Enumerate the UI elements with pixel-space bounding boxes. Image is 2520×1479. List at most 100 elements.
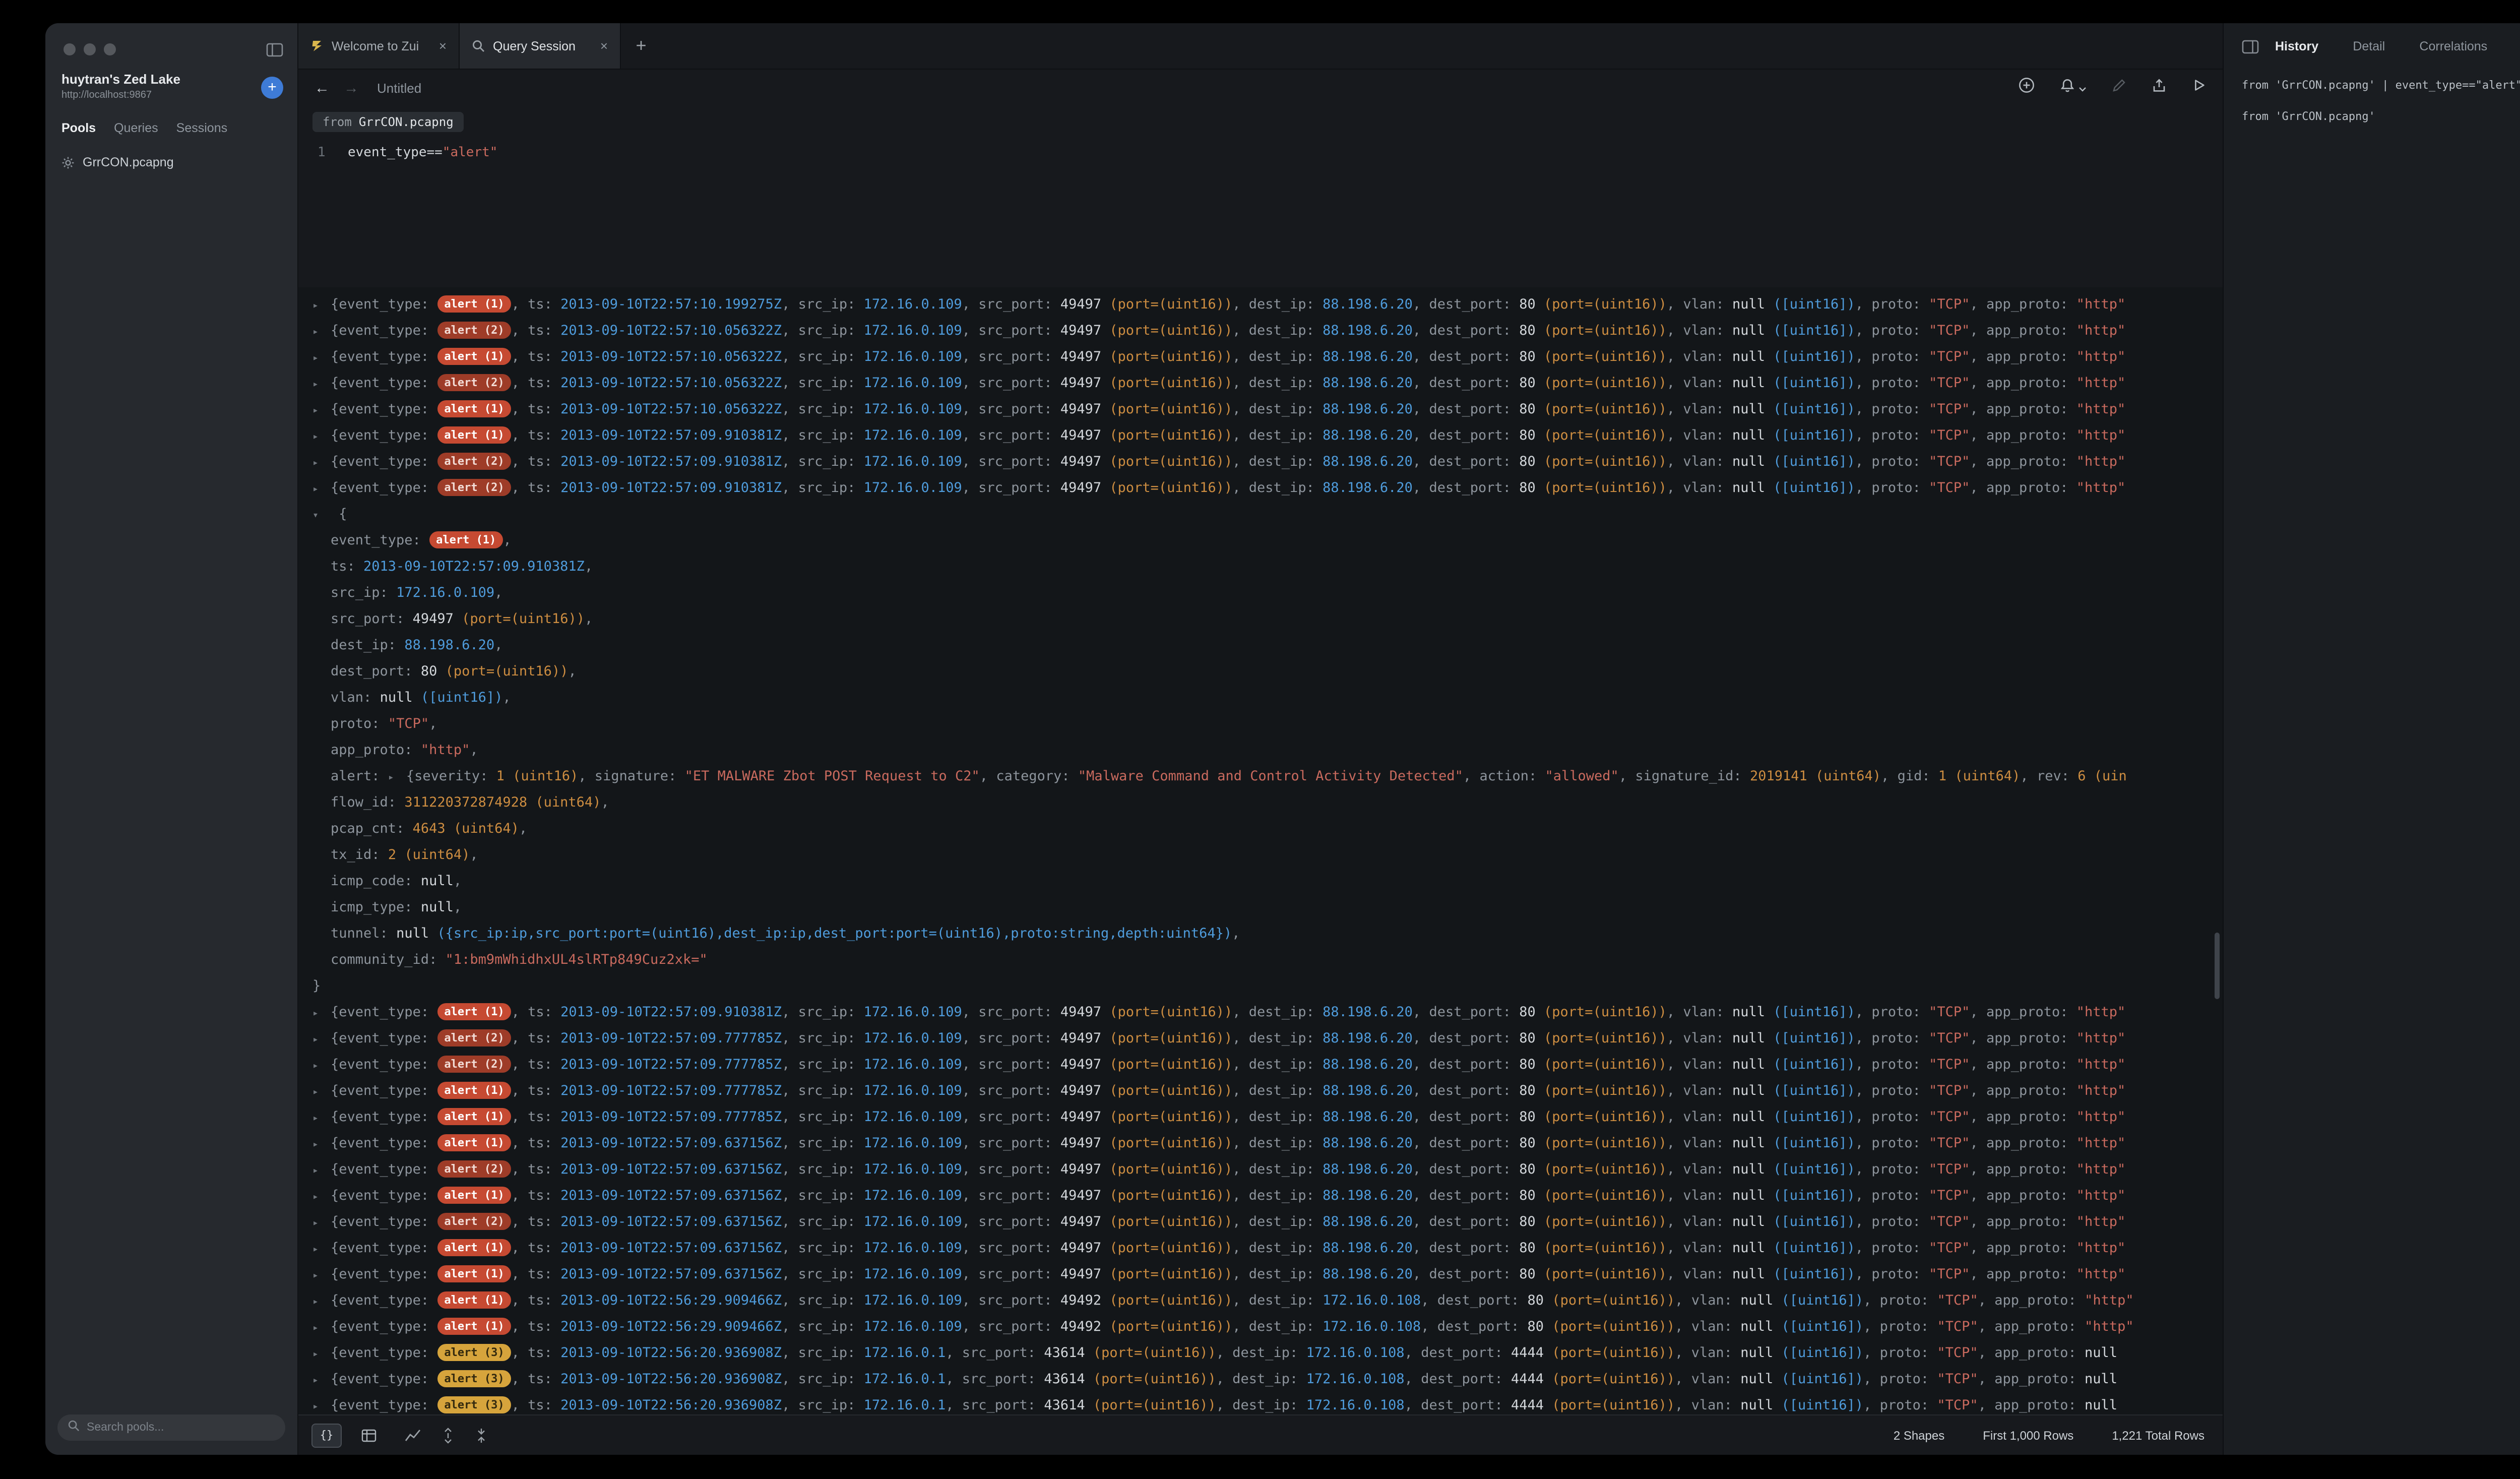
result-row[interactable]: ▸{event_type: alert (2), ts: 2013-09-10T… — [298, 475, 2223, 501]
edit-icon[interactable] — [2111, 77, 2127, 98]
expand-row-chevron[interactable]: ▸ — [312, 451, 331, 475]
view-table-button[interactable] — [354, 1423, 384, 1447]
expand-row-chevron[interactable]: ▸ — [312, 1185, 331, 1209]
result-row[interactable]: ▸{event_type: alert (1), ts: 2013-09-10T… — [298, 1314, 2223, 1340]
token: proto: — [1880, 1319, 1937, 1335]
result-row[interactable]: ▸{event_type: alert (1), ts: 2013-09-10T… — [298, 999, 2223, 1025]
expand-row-chevron[interactable]: ▸ — [312, 1001, 331, 1025]
result-row[interactable]: ▸{event_type: alert (1), ts: 2013-09-10T… — [298, 1130, 2223, 1156]
pool-item[interactable]: GrrCON.pcapng — [45, 147, 297, 177]
token: tx_id: — [331, 847, 388, 863]
expanded-record-line: alert: ▸{severity: 1 (uint16), signature… — [298, 763, 2223, 789]
tab-query-session[interactable]: Query Session × — [460, 23, 621, 69]
search-pools-input[interactable] — [87, 1422, 275, 1434]
zoom-window-button[interactable] — [104, 43, 116, 55]
sidebar-toggle-icon[interactable] — [266, 42, 283, 63]
result-row[interactable]: ▸{event_type: alert (1), ts: 2013-09-10T… — [298, 396, 2223, 422]
minimize-window-button[interactable] — [84, 43, 96, 55]
result-row[interactable]: ▸{event_type: alert (1), ts: 2013-09-10T… — [298, 422, 2223, 449]
new-tab-button[interactable]: + — [621, 23, 661, 69]
result-row[interactable]: ▸{event_type: alert (1), ts: 2013-09-10T… — [298, 1078, 2223, 1104]
result-row[interactable]: ▸{event_type: alert (1), ts: 2013-09-10T… — [298, 1235, 2223, 1261]
view-json-button[interactable]: {} — [311, 1423, 342, 1447]
result-row[interactable]: ▸{event_type: alert (3), ts: 2013-09-10T… — [298, 1366, 2223, 1392]
from-pool-pill[interactable]: from GrrCON.pcapng — [312, 112, 464, 132]
collapse-all-icon[interactable] — [475, 1427, 488, 1443]
expand-row-chevron[interactable]: ▸ — [312, 1316, 331, 1340]
expand-row-chevron[interactable]: ▸ — [312, 477, 331, 501]
token: "TCP" — [1929, 427, 1970, 444]
result-row[interactable]: ▸{event_type: alert (1), ts: 2013-09-10T… — [298, 1104, 2223, 1130]
result-row[interactable]: ▸{event_type: alert (1), ts: 2013-09-10T… — [298, 1287, 2223, 1314]
toggle-record-chevron[interactable]: ▸ — [388, 765, 406, 789]
result-row[interactable]: ▸{event_type: alert (3), ts: 2013-09-10T… — [298, 1340, 2223, 1366]
token: ts: — [528, 1319, 560, 1335]
result-row[interactable]: ▸{event_type: alert (2), ts: 2013-09-10T… — [298, 1156, 2223, 1183]
expand-row-chevron[interactable]: ▸ — [312, 1027, 331, 1052]
expand-row-chevron[interactable]: ▸ — [312, 1237, 331, 1261]
result-row[interactable]: ▸{event_type: alert (2), ts: 2013-09-10T… — [298, 449, 2223, 475]
expand-row-chevron[interactable]: ▸ — [312, 1054, 331, 1078]
expand-row-chevron[interactable]: ▸ — [312, 372, 331, 396]
token: 2013-09-10T22:57:10.199275Z — [560, 296, 782, 313]
close-tab-icon[interactable]: × — [592, 38, 608, 53]
expand-row-chevron[interactable]: ▸ — [312, 1211, 331, 1235]
history-item[interactable]: from 'GrrCON.pcapng'6 mins — [2224, 101, 2520, 132]
tab-correlations[interactable]: Correlations — [2419, 39, 2487, 53]
right-panel-toggle-icon[interactable] — [2242, 39, 2259, 54]
token: , — [512, 480, 528, 496]
result-row[interactable]: ▸{event_type: alert (3), ts: 2013-09-10T… — [298, 1392, 2223, 1414]
expand-row-chevron[interactable]: ▸ — [312, 1342, 331, 1366]
notifications-button[interactable] — [2059, 77, 2087, 98]
token: "http" — [421, 742, 470, 758]
result-row[interactable]: ▸{event_type: alert (2), ts: 2013-09-10T… — [298, 1209, 2223, 1235]
result-row[interactable]: ▸{event_type: alert (1), ts: 2013-09-10T… — [298, 1261, 2223, 1287]
vertical-scrollbar[interactable] — [2215, 933, 2220, 999]
result-row[interactable]: ▸{event_type: alert (1), ts: 2013-09-10T… — [298, 291, 2223, 318]
token: , — [1970, 1161, 1986, 1178]
result-row[interactable]: ▸{event_type: alert (2), ts: 2013-09-10T… — [298, 318, 2223, 344]
result-row[interactable]: ▸{event_type: alert (2), ts: 2013-09-10T… — [298, 370, 2223, 396]
close-tab-icon[interactable]: × — [431, 38, 447, 53]
expand-row-chevron[interactable]: ▸ — [312, 1132, 331, 1156]
expand-row-chevron[interactable]: ▸ — [312, 1263, 331, 1287]
result-row[interactable]: ▸{event_type: alert (2), ts: 2013-09-10T… — [298, 1052, 2223, 1078]
tab-detail[interactable]: Detail — [2353, 39, 2385, 53]
expand-row-chevron[interactable]: ▸ — [312, 293, 331, 318]
forward-button[interactable]: → — [344, 79, 359, 96]
expand-row-chevron[interactable]: ▸ — [312, 320, 331, 344]
tab-history[interactable]: History — [2275, 39, 2318, 53]
result-row[interactable]: ▸{event_type: alert (1), ts: 2013-09-10T… — [298, 344, 2223, 370]
back-button[interactable]: ← — [314, 79, 330, 96]
expand-row-chevron[interactable]: ▸ — [312, 398, 331, 422]
tab-welcome-to-zui[interactable]: Welcome to Zui × — [298, 23, 460, 69]
result-row[interactable]: ▸{event_type: alert (1), ts: 2013-09-10T… — [298, 1183, 2223, 1209]
add-pool-button[interactable]: + — [261, 77, 283, 99]
query-editor[interactable]: 1 event_type=="alert" — [298, 136, 2223, 287]
expand-row-chevron[interactable]: ▸ — [312, 1158, 331, 1183]
export-icon[interactable] — [2151, 77, 2167, 98]
expand-row-chevron[interactable]: ▸ — [312, 1106, 331, 1130]
expand-row-chevron[interactable]: ▸ — [312, 1080, 331, 1104]
expand-row-chevron[interactable]: ▸ — [312, 1368, 331, 1392]
plus-circle-icon[interactable] — [2018, 77, 2035, 99]
token: , — [1232, 454, 1249, 470]
sidebar-tab-queries[interactable]: Queries — [114, 121, 158, 135]
sidebar-tab-pools[interactable]: Pools — [61, 121, 96, 135]
token: vlan: — [1683, 1135, 1732, 1151]
chart-icon[interactable] — [404, 1428, 421, 1443]
token: "http" — [2076, 480, 2126, 496]
run-query-icon[interactable] — [2191, 78, 2207, 98]
expand-all-icon[interactable] — [442, 1427, 455, 1443]
token: ts: — [528, 480, 560, 496]
expand-row-chevron[interactable]: ▸ — [312, 1289, 331, 1314]
expand-row-chevron[interactable]: ▸ — [312, 346, 331, 370]
sidebar-tab-sessions[interactable]: Sessions — [176, 121, 227, 135]
result-row[interactable]: ▸{event_type: alert (2), ts: 2013-09-10T… — [298, 1025, 2223, 1052]
token: "TCP" — [1937, 1292, 1978, 1309]
close-window-button[interactable] — [64, 43, 76, 55]
toggle-record-chevron[interactable]: ▾ — [312, 503, 331, 527]
history-item[interactable]: from 'GrrCON.pcapng' | event_type=="aler… — [2224, 70, 2520, 101]
expand-row-chevron[interactable]: ▸ — [312, 1394, 331, 1414]
expand-row-chevron[interactable]: ▸ — [312, 424, 331, 449]
